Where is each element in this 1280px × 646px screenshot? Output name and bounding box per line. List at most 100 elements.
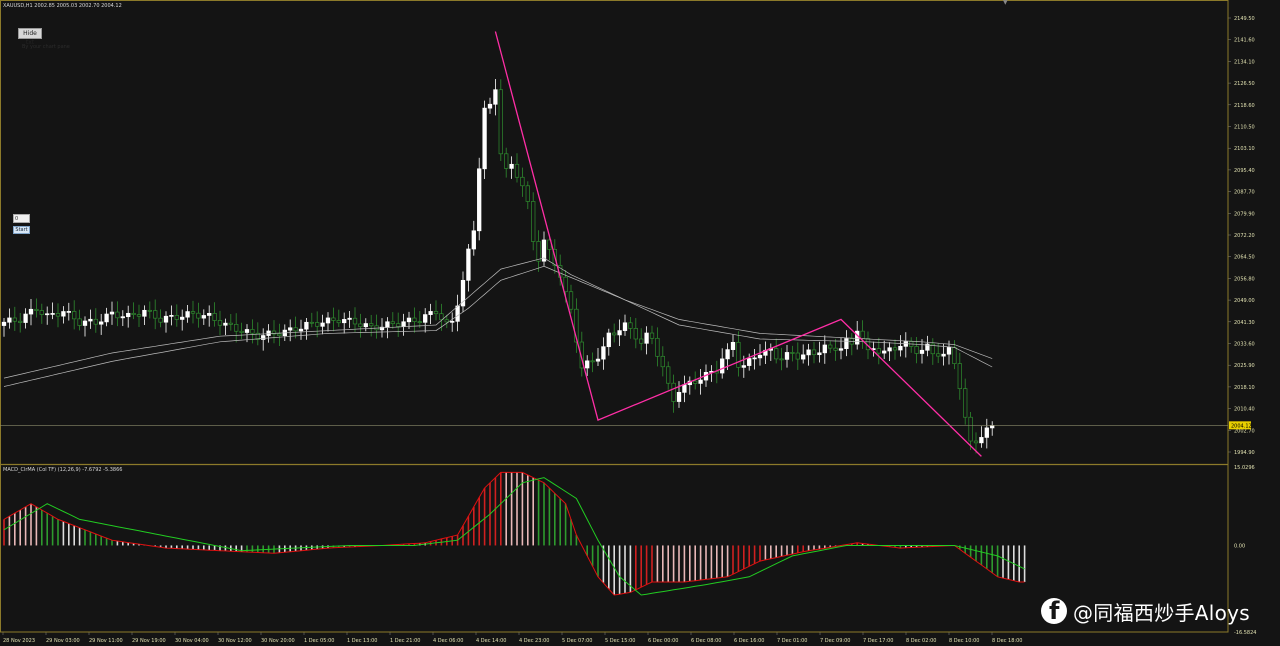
candle-body <box>774 348 779 360</box>
candle-body <box>622 322 628 331</box>
start-button[interactable]: Start <box>13 226 30 234</box>
candle-body <box>979 437 984 444</box>
time-label: 1 Dec 13:00 <box>347 638 377 644</box>
candle-body <box>838 348 844 351</box>
price-label: 2103.10 <box>1234 146 1255 152</box>
candle-body <box>973 440 979 444</box>
candle-body <box>666 366 671 384</box>
candle-body <box>477 168 482 232</box>
candle-body <box>790 352 795 354</box>
price-label: 2095.40 <box>1234 168 1255 174</box>
candle-body <box>136 314 142 317</box>
candle-body <box>525 185 530 202</box>
candle-body <box>450 320 455 323</box>
candle-body <box>147 309 152 312</box>
candle-body <box>250 329 255 334</box>
price-label: 1994.90 <box>1234 450 1255 456</box>
candle-body <box>660 355 665 368</box>
candle-body <box>736 341 741 368</box>
value-input[interactable]: 0 <box>13 214 30 223</box>
candle-body <box>509 163 514 169</box>
candle-body <box>757 354 763 359</box>
candle-body <box>725 349 730 360</box>
time-label: 29 Nov 19:00 <box>132 638 166 644</box>
candle-body <box>568 291 574 310</box>
candle-body <box>277 333 282 337</box>
candle-body <box>55 313 61 317</box>
candle-body <box>104 313 109 323</box>
time-label: 29 Nov 11:00 <box>89 638 123 644</box>
candle-body <box>612 332 617 336</box>
candle-body <box>342 319 347 324</box>
candle-body <box>417 321 422 323</box>
candle-body <box>952 347 957 364</box>
candle-body <box>941 353 946 357</box>
candle-body <box>698 379 703 384</box>
candle-body <box>801 354 806 360</box>
time-label: 7 Dec 01:00 <box>777 638 807 644</box>
candle-body <box>315 322 320 327</box>
candle-body <box>984 427 989 438</box>
candle-body <box>784 352 790 360</box>
symbol-info: XAUUSD,H1 2002.85 2005.03 2002.70 2004.1… <box>3 3 122 9</box>
hide-text-button[interactable]: Hide txt <box>18 28 42 46</box>
candle-body <box>779 358 784 361</box>
candle-body <box>882 350 887 354</box>
price-label: 2149.50 <box>1234 16 1255 22</box>
ma-fast-line <box>3 257 993 379</box>
time-label: 5 Dec 07:00 <box>562 638 592 644</box>
candle-body <box>671 382 676 402</box>
candle-body <box>217 320 223 326</box>
candle-body <box>682 384 687 393</box>
candle-body <box>369 323 374 327</box>
time-label: 4 Dec 14:00 <box>476 638 506 644</box>
candle-body <box>914 346 919 354</box>
time-label: 29 Nov 03:00 <box>46 638 80 644</box>
candle-body <box>466 248 471 281</box>
candle-body <box>639 338 644 344</box>
candle-body <box>196 312 201 319</box>
chart-canvas[interactable]: 2149.50 2141.60 2134.10 2126.50 2118.60 2110.… <box>0 0 1280 646</box>
candle-body <box>401 321 406 327</box>
candle-body <box>595 358 601 362</box>
note-text: By your chart pane <box>22 44 70 50</box>
chart-shift-arrow-icon[interactable]: ▼ <box>1003 0 1009 6</box>
candle-body <box>498 89 503 155</box>
candle-body <box>126 312 131 318</box>
price-label: 2010.40 <box>1234 407 1255 413</box>
candle-body <box>514 163 520 178</box>
candle-body <box>531 201 536 242</box>
candle-body <box>228 322 233 325</box>
candle-body <box>266 330 271 336</box>
chart-window[interactable]: 2149.50 2141.60 2134.10 2126.50 2118.60 2110.… <box>0 0 1280 646</box>
candle-body <box>174 315 179 320</box>
candle-body <box>693 380 698 384</box>
candle-body <box>325 317 331 324</box>
price-tag-text: 2004.12 <box>1231 423 1252 429</box>
time-label: 30 Nov 20:00 <box>261 638 295 644</box>
price-label: 2025.90 <box>1234 363 1255 369</box>
candle-body <box>158 317 163 323</box>
price-label: 2079.90 <box>1234 211 1255 217</box>
candle-body <box>293 327 298 332</box>
candle-body <box>919 349 925 354</box>
candle-body <box>169 315 174 317</box>
candle-body <box>482 107 487 170</box>
candle-body <box>66 311 71 313</box>
price-label: 2064.50 <box>1234 255 1255 261</box>
candle-body <box>822 344 827 354</box>
macd-pane <box>3 471 1026 596</box>
candle-body <box>207 312 212 316</box>
candle-body <box>109 311 115 315</box>
candle-body <box>860 330 865 339</box>
candle-body <box>34 308 39 311</box>
candle-body <box>601 346 606 360</box>
candles <box>1 79 995 454</box>
candle-body <box>423 314 428 323</box>
time-label: 8 Dec 10:00 <box>949 638 979 644</box>
candle-body <box>385 321 390 328</box>
time-label: 1 Dec 05:00 <box>304 638 334 644</box>
candle-body <box>585 360 590 369</box>
time-label: 4 Dec 23:00 <box>519 638 549 644</box>
candle-body <box>644 332 649 344</box>
